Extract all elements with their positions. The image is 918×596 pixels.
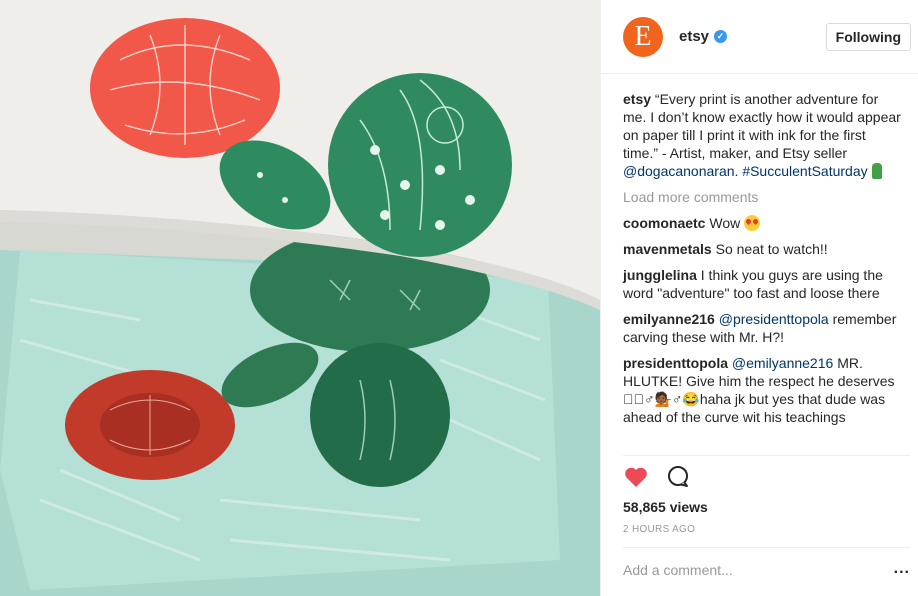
avatar[interactable]: E (623, 16, 663, 57)
comment-item: jungglelina I think you guys are using t… (623, 266, 903, 302)
caption-mention-link[interactable]: @dogacanonaran (623, 163, 735, 179)
post-header: E etsy ✓ Following (601, 0, 918, 74)
heart-icon[interactable] (623, 464, 649, 490)
comment-item: mavenmetals So neat to watch!! (623, 240, 903, 258)
add-comment-input[interactable] (623, 562, 873, 578)
view-count[interactable]: 58,865 views (623, 499, 708, 515)
comment-text: So neat to watch!! (715, 241, 828, 257)
comment-item: emilyanne216 @presidenttopola remember c… (623, 310, 903, 346)
caption: etsy “Every print is another adventure f… (623, 90, 903, 180)
comment-icon[interactable] (665, 464, 691, 490)
post-actions (623, 464, 707, 490)
heart-eyes-emoji-icon (744, 215, 761, 231)
verified-badge-icon: ✓ (714, 30, 728, 43)
post-detail-panel: E etsy ✓ Following etsy “Every print is … (600, 0, 918, 596)
comment-mention-link[interactable]: @presidenttopola (719, 311, 829, 327)
load-more-comments-link[interactable]: Load more comments (623, 188, 903, 206)
comment-item: presidenttopola @emilyanne216 MR. HLUTKE… (623, 354, 903, 426)
comment-text: Wow (709, 215, 741, 231)
comment-username[interactable]: mavenmetals (623, 241, 712, 257)
caption-username[interactable]: etsy (623, 91, 651, 107)
divider (623, 455, 910, 456)
comment-username[interactable]: emilyanne216 (623, 311, 715, 327)
avatar-letter: E (634, 20, 652, 52)
hashtag-link[interactable]: #SucculentSaturday (742, 163, 867, 179)
post-timestamp[interactable]: 2 HOURS AGO (623, 524, 695, 535)
author-username[interactable]: etsy (679, 28, 709, 45)
comments-list: etsy “Every print is another adventure f… (623, 90, 903, 434)
post-media[interactable] (0, 0, 600, 596)
comment-username[interactable]: jungglelina (623, 267, 697, 283)
cactus-emoji-icon (871, 163, 882, 179)
comment-username[interactable]: presidenttopola (623, 355, 728, 371)
comment-mention-link[interactable]: @emilyanne216 (732, 355, 833, 371)
comment-username[interactable]: coomonaetc (623, 215, 705, 231)
print-artwork-image (0, 0, 600, 596)
comment-item: coomonaetc Wow (623, 214, 903, 232)
caption-text: “Every print is another adventure for me… (623, 91, 901, 161)
more-options-button[interactable]: ... (894, 561, 910, 577)
following-button[interactable]: Following (825, 23, 911, 51)
add-comment-bar: ... (623, 547, 910, 596)
